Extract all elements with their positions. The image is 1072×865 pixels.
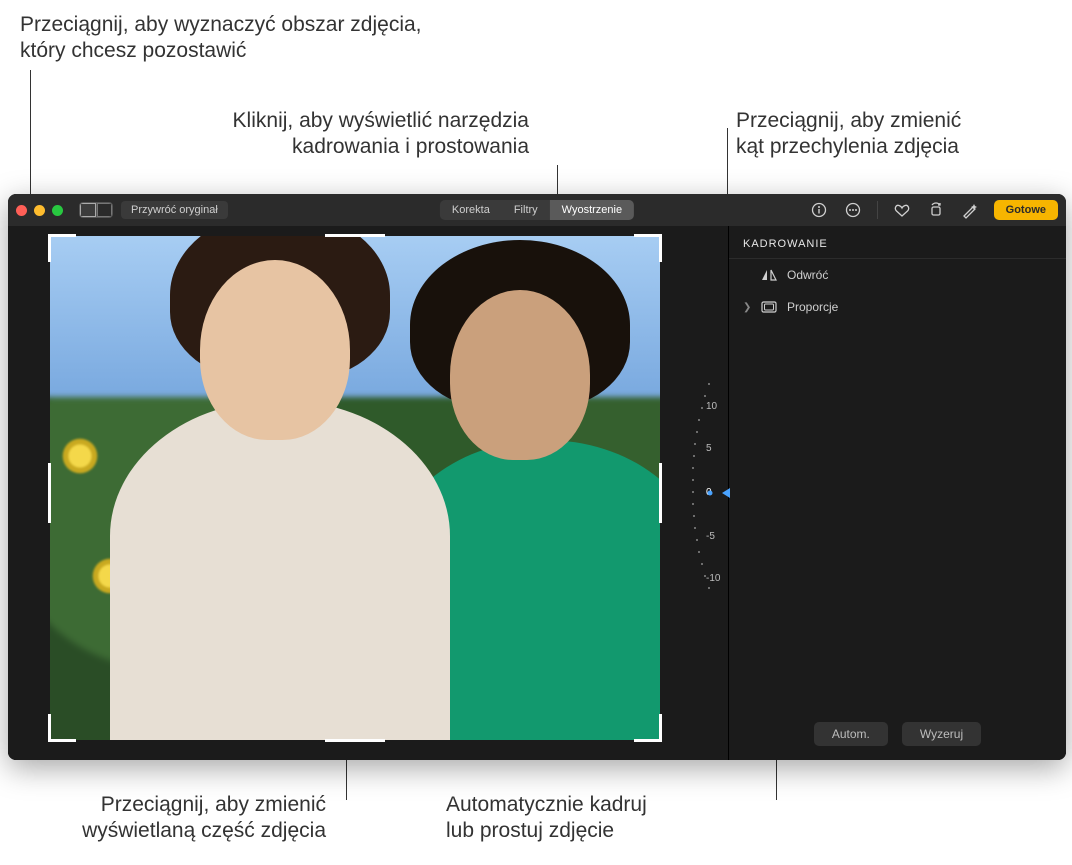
single-view-icon (97, 203, 112, 217)
more-icon[interactable] (843, 200, 863, 220)
panel-footer: Autom. Wyzeruj (729, 708, 1066, 760)
dial-center-dot (708, 491, 713, 496)
edit-mode-tabs: Korekta Filtry Wyostrzenie (440, 200, 634, 220)
done-button[interactable]: Gotowe (994, 200, 1058, 220)
favorite-icon[interactable] (892, 200, 912, 220)
dial-label-plus5: 5 (706, 443, 712, 454)
spacer (743, 270, 751, 281)
revert-original-button[interactable]: Przywróć oryginał (121, 201, 228, 219)
reset-button[interactable]: Wyzeruj (902, 722, 981, 746)
app-window: Przywróć oryginał Korekta Filtry Wyostrz… (8, 194, 1066, 760)
dial-pointer-icon (722, 488, 730, 498)
flip-label: Odwróć (787, 268, 828, 282)
dial-ticks (680, 383, 750, 603)
dial-label-plus10: 10 (706, 401, 717, 412)
maximize-window-button[interactable] (52, 205, 63, 216)
close-window-button[interactable] (16, 205, 27, 216)
grid-view-icon (80, 203, 96, 217)
minimize-window-button[interactable] (34, 205, 45, 216)
view-mode-toggle[interactable] (79, 202, 113, 218)
callout-auto-crop: Automatycznie kadruj lub prostuj zdjęcie (446, 792, 647, 845)
callout-tools-click: Kliknij, aby wyświetlić narzędzia kadrow… (149, 108, 529, 161)
chevron-right-icon: ❯ (743, 302, 751, 313)
straighten-dial[interactable]: 10 5 0 -5 -10 (680, 383, 750, 603)
tab-adjust[interactable]: Korekta (440, 200, 502, 220)
dial-label-minus5: -5 (706, 531, 715, 542)
tab-crop[interactable]: Wyostrzenie (550, 200, 634, 220)
callout-crop-drag: Przeciągnij, aby wyznaczyć obszar zdjęci… (20, 12, 422, 65)
editor-main: 10 5 0 -5 -10 KADROWANIE Odwróć ❯ (8, 226, 1066, 760)
tab-filters[interactable]: Filtry (502, 200, 550, 220)
toolbar: Przywróć oryginał Korekta Filtry Wyostrz… (8, 194, 1066, 226)
aspect-row[interactable]: ❯ Proporcje (729, 291, 1066, 323)
flip-icon (761, 267, 777, 283)
auto-button[interactable]: Autom. (814, 722, 888, 746)
photo-preview[interactable] (50, 236, 660, 740)
info-icon[interactable] (809, 200, 829, 220)
aspect-label: Proporcje (787, 300, 838, 314)
canvas-area: 10 5 0 -5 -10 (8, 226, 728, 760)
dial-label-minus10: -10 (706, 573, 720, 584)
auto-enhance-icon[interactable] (960, 200, 980, 220)
rotate-icon[interactable] (926, 200, 946, 220)
callout-view-drag: Przeciągnij, aby zmienić wyświetlaną czę… (46, 792, 326, 845)
panel-header: KADROWANIE (729, 234, 1066, 259)
separator (877, 201, 878, 219)
flip-row[interactable]: Odwróć (729, 259, 1066, 291)
aspect-icon (761, 299, 777, 315)
crop-panel: KADROWANIE Odwróć ❯ Proporcje Autom. Wyz… (728, 226, 1066, 760)
callout-tilt-drag: Przeciągnij, aby zmienić kąt przechyleni… (736, 108, 961, 161)
window-controls (16, 205, 63, 216)
